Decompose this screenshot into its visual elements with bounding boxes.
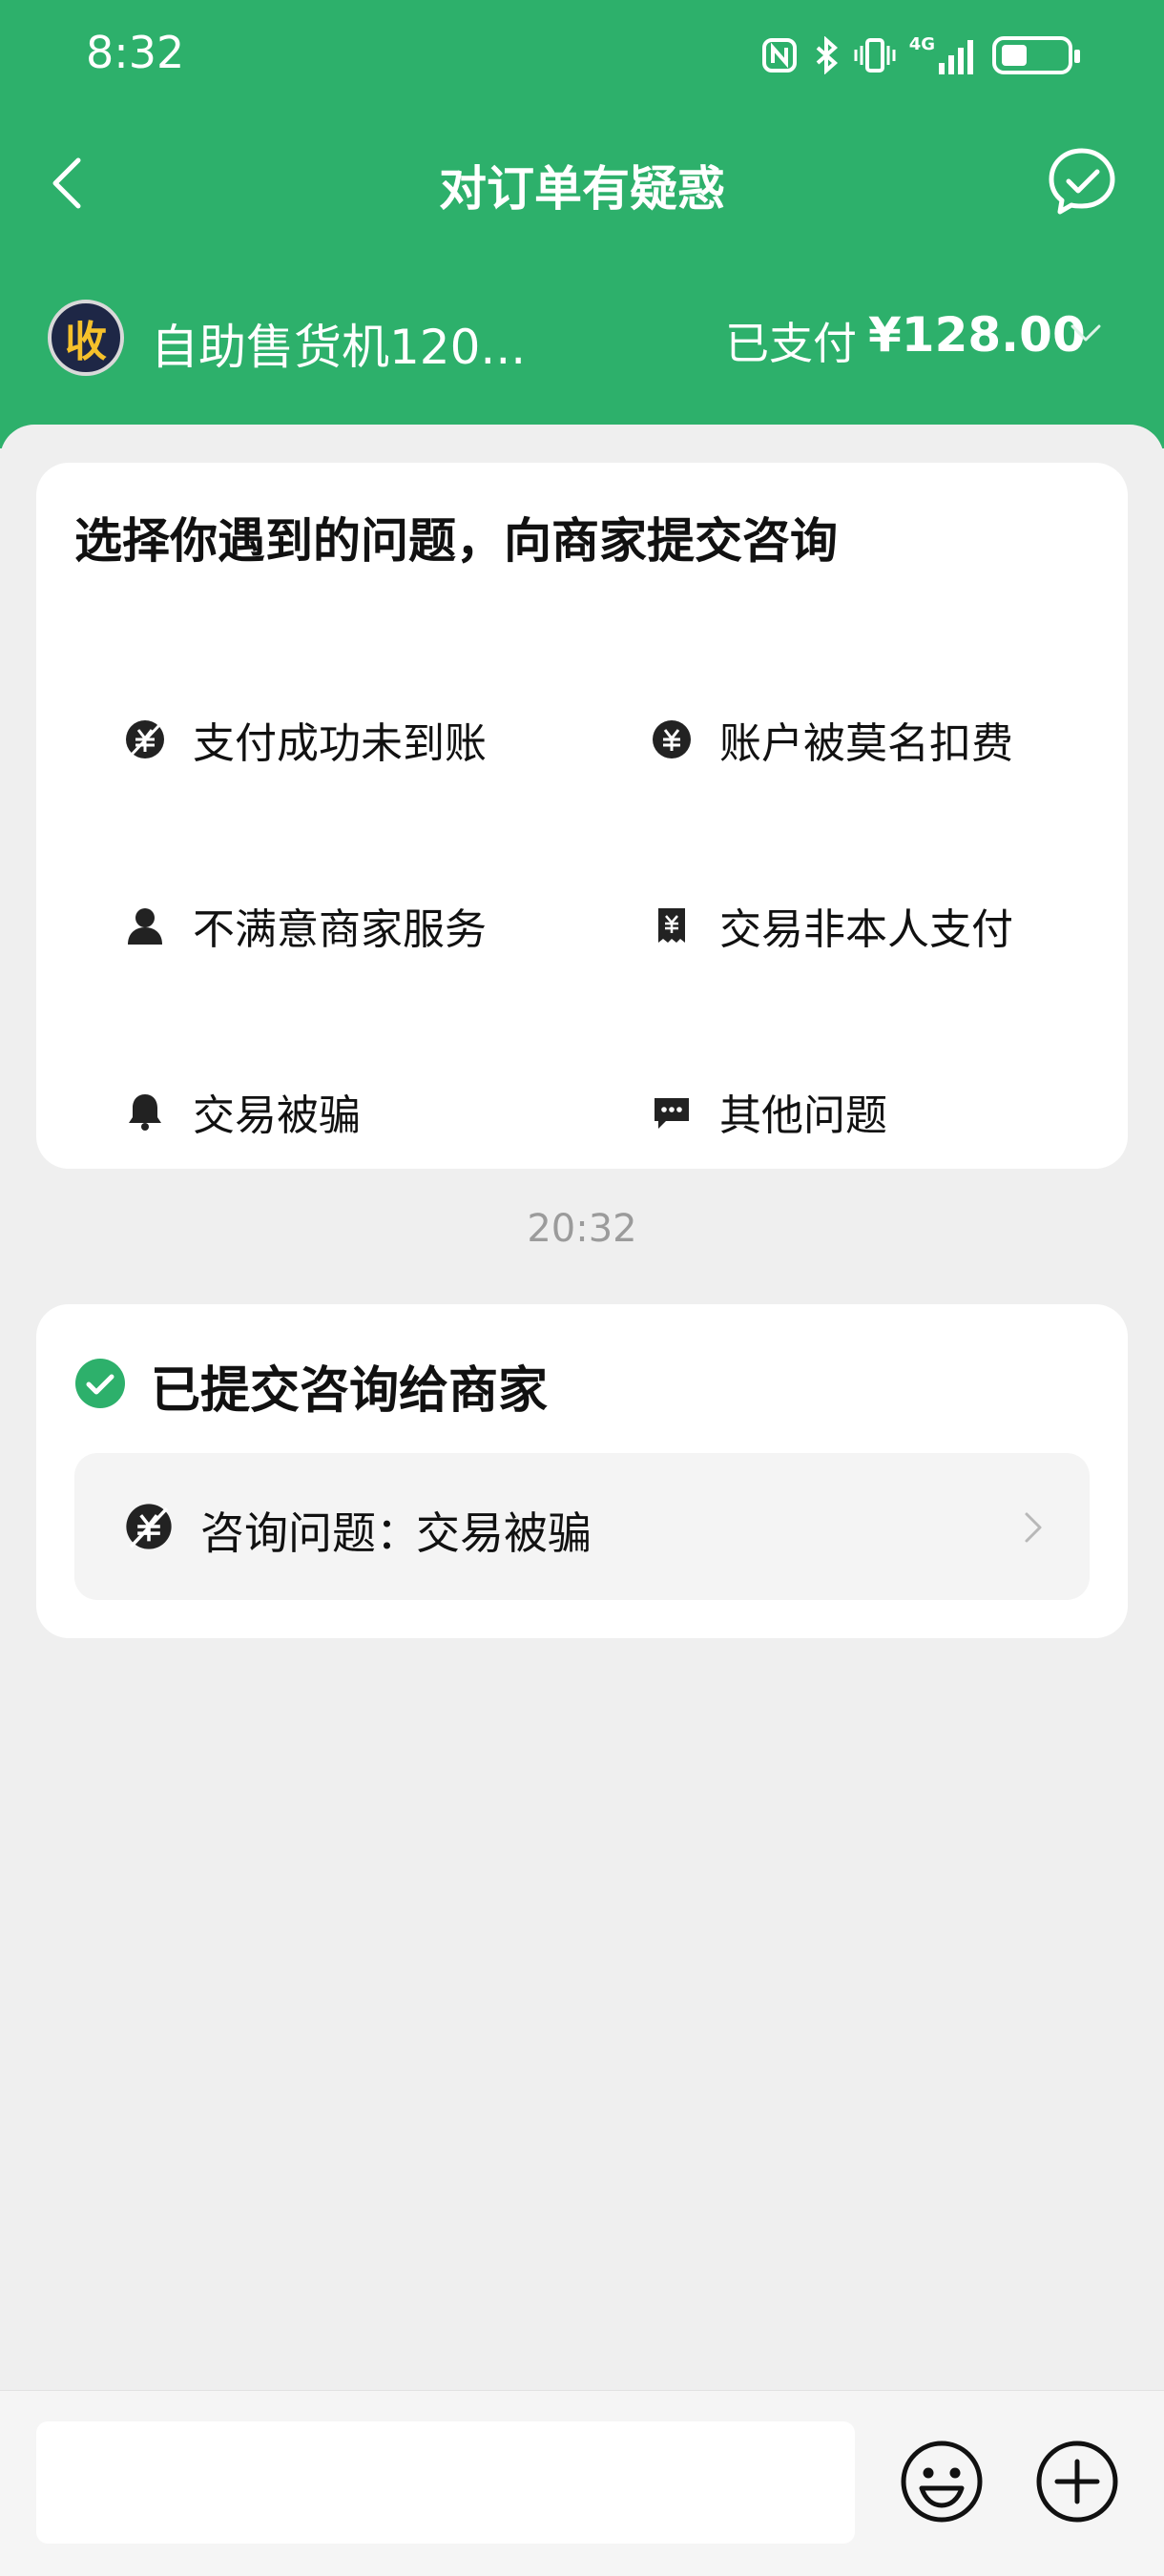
- emoji-button[interactable]: [899, 2439, 985, 2524]
- issue-label: 账户被莫名扣费: [719, 719, 1013, 768]
- message-timestamp: 20:32: [527, 1207, 637, 1251]
- signal-4g-icon: 4G: [909, 36, 973, 74]
- message-input[interactable]: [36, 2421, 855, 2544]
- yen-coin-icon: [653, 720, 691, 758]
- issue-option-not-self-payment[interactable]: 交易非本人支付: [651, 887, 1013, 964]
- status-bar: 8:32 4G: [0, 0, 1164, 114]
- issue-option-payment-missing[interactable]: 支付成功未到账: [124, 701, 487, 778]
- check-circle-icon: [75, 1359, 125, 1408]
- message-dots-icon: [655, 1098, 689, 1129]
- issue-option-fraud[interactable]: 交易被骗: [124, 1073, 361, 1150]
- main-content: 选择你遇到的问题，向商家提交咨询 支付成功未到账 账户被莫名扣费 不满意商家服务: [0, 425, 1164, 2390]
- submitted-card: 已提交咨询给商家 咨询问题： 交易被骗: [36, 1304, 1128, 1638]
- merchant-avatar: 收: [48, 300, 124, 376]
- consult-issue-row[interactable]: 咨询问题： 交易被骗: [74, 1453, 1090, 1600]
- battery-icon: [992, 36, 1080, 74]
- issue-label: 支付成功未到账: [193, 719, 487, 768]
- issue-card-title: 选择你遇到的问题，向商家提交咨询: [74, 513, 838, 569]
- consult-label: 咨询问题：: [200, 1507, 420, 1559]
- issue-label: 其他问题: [719, 1091, 887, 1140]
- vibrate-icon: [854, 38, 896, 73]
- consult-value: 交易被骗: [416, 1507, 592, 1559]
- nav-bar: 对订单有疑惑: [0, 134, 1164, 229]
- person-icon: [128, 908, 162, 945]
- page-title: 对订单有疑惑: [439, 161, 725, 217]
- payment-amount: ¥128.00: [868, 307, 1086, 363]
- issue-option-other[interactable]: 其他问题: [651, 1073, 887, 1150]
- submitted-title: 已提交咨询给商家: [151, 1362, 549, 1420]
- chat-check-icon[interactable]: [1044, 143, 1120, 219]
- merchant-name: 自助售货机120...: [151, 320, 527, 375]
- input-bar: [0, 2390, 1164, 2576]
- issue-selection-card: 选择你遇到的问题，向商家提交咨询 支付成功未到账 账户被莫名扣费 不满意商家服务: [36, 463, 1128, 1169]
- issue-label: 交易非本人支付: [719, 905, 1013, 954]
- issue-label: 不满意商家服务: [193, 905, 487, 954]
- bluetooth-icon: [816, 36, 838, 74]
- payment-missing-icon: [126, 1504, 172, 1549]
- plus-button[interactable]: [1034, 2439, 1120, 2524]
- chevron-right-icon: [1025, 1512, 1042, 1543]
- issue-option-unexpected-charge[interactable]: 账户被莫名扣费: [651, 701, 1013, 778]
- status-time: 8:32: [86, 27, 185, 78]
- chevron-down-icon[interactable]: [1067, 315, 1105, 353]
- payment-status: 已支付: [725, 318, 857, 369]
- issue-label: 交易被骗: [193, 1091, 361, 1140]
- receipt-icon: [658, 908, 685, 943]
- nfc-icon: [761, 38, 797, 73]
- status-icons: 4G: [760, 32, 1080, 78]
- payment-missing-icon: [126, 720, 164, 758]
- bell-icon: [129, 1094, 161, 1131]
- merchant-bar[interactable]: 收 自助售货机120... 已支付 ¥128.00: [0, 286, 1164, 391]
- issue-option-unsatisfied-service[interactable]: 不满意商家服务: [124, 887, 487, 964]
